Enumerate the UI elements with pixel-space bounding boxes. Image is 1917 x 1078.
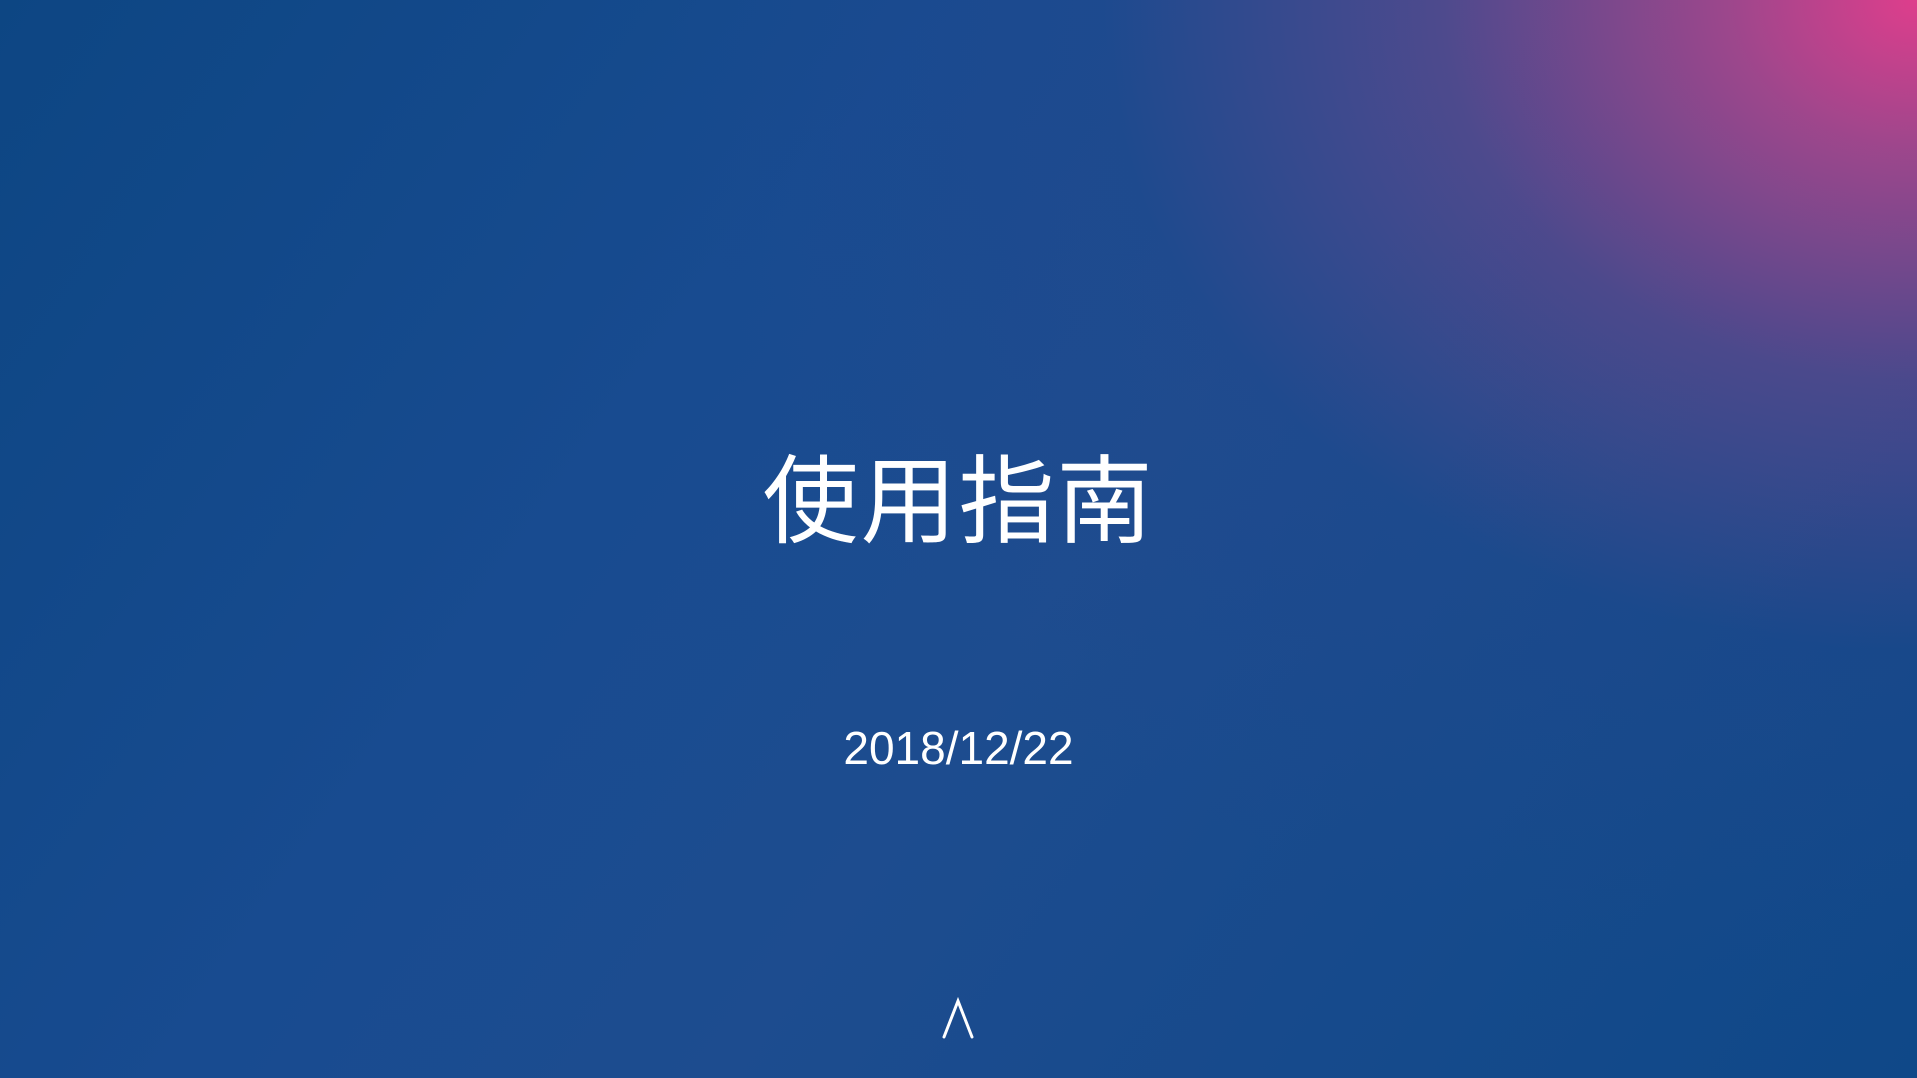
slide-title: 使用指南 (762, 446, 1155, 558)
scroll-up-button[interactable] (938, 995, 978, 1041)
title-slide: 使用指南 2018/12/22 (0, 0, 1917, 1078)
slide-date: 2018/12/22 (843, 722, 1074, 774)
chevron-up-icon (942, 996, 974, 1039)
